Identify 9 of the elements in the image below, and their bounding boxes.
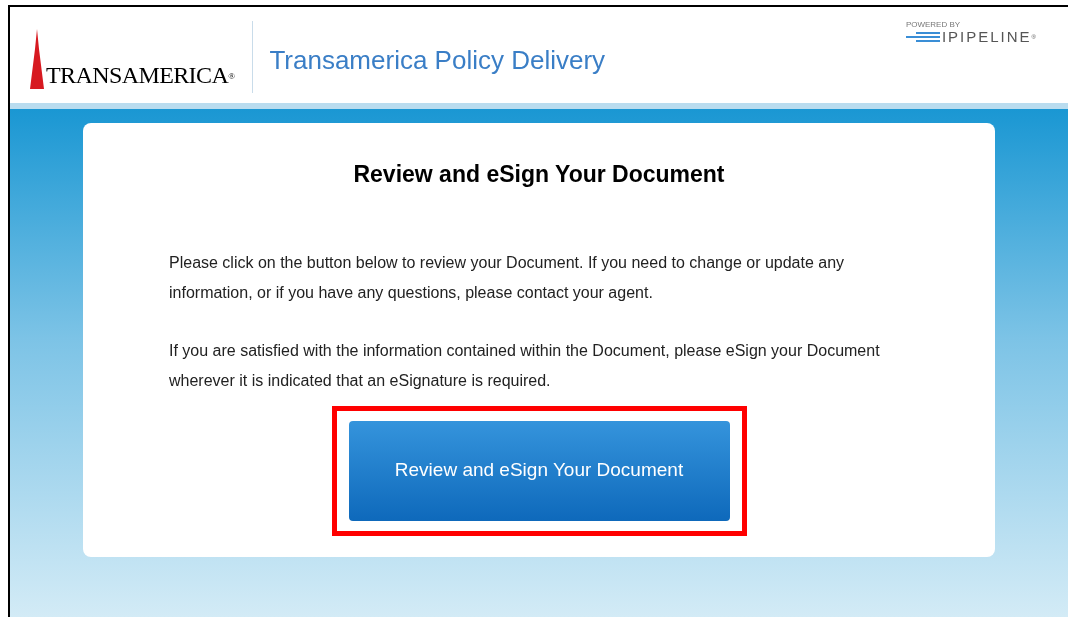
speed-lines-icon [905,30,940,43]
review-esign-button[interactable]: Review and eSign Your Document [348,420,730,521]
partner-logo-text: IPIPELINE$^{®}$ [941,29,1038,44]
card-heading: Review and eSign Your Document [353,160,725,189]
instruction-paragraph: If you are satisfied with the information contained within the Document, please eSign your Document wherever it is indicated that an eSignature is required. [169,340,881,391]
logo-text: TRANSAMERICA$^{®}$ [46,63,235,87]
instruction-paragraph: Please click on the button below to review your Document. If you need to change or update any information, or if you have any questions, please contact your agent. [169,252,846,303]
page-title: Transamerica Policy Delivery [269,44,606,77]
powered-by-text: POWERED BY [905,21,962,29]
